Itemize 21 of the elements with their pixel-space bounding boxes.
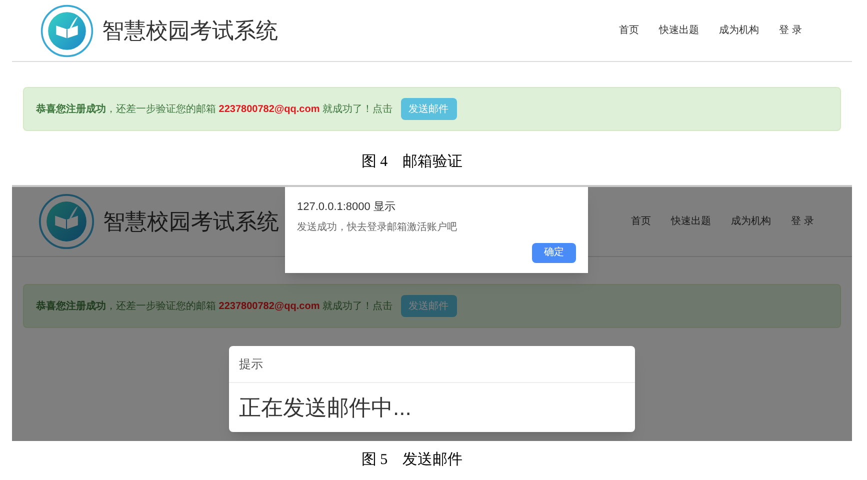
- nav-link[interactable]: 成为机构: [719, 23, 760, 38]
- nav-link[interactable]: 快速出题: [671, 214, 712, 229]
- dialog-title: 127.0.0.1:8000 显示: [297, 200, 396, 215]
- nav-link[interactable]: 首页: [619, 23, 640, 38]
- alert-message: 恭喜您注册成功，还差一步验证您的邮箱 2237800782@qq.com 就成功了！点击: [36, 102, 392, 116]
- nav-link[interactable]: 首页: [631, 214, 652, 229]
- alert-message: 恭喜您注册成功，还差一步验证您的邮箱 2237800782@qq.com 就成功了！点击: [36, 299, 392, 314]
- figure-caption: 图 5 发送邮件: [361, 450, 463, 470]
- modal-body: 正在发送邮件中...: [239, 395, 412, 420]
- nav-link[interactable]: 快速出题: [659, 23, 700, 38]
- logo-icon: [38, 193, 95, 250]
- nav-link[interactable]: 登 录: [791, 214, 814, 229]
- logo-icon: [40, 4, 94, 58]
- modal-title: 提示: [239, 356, 263, 373]
- site-title: 智慧校园考试系统: [102, 17, 278, 45]
- site-title: 智慧校园考试系统: [103, 208, 279, 236]
- dialog-message: 发送成功，快去登录邮箱激活账户吧: [297, 220, 458, 234]
- ok-button[interactable]: 确定: [532, 242, 576, 262]
- nav-link[interactable]: 登 录: [779, 23, 802, 38]
- nav-link[interactable]: 成为机构: [731, 214, 772, 229]
- figure-caption: 图 4 邮箱验证: [361, 152, 463, 172]
